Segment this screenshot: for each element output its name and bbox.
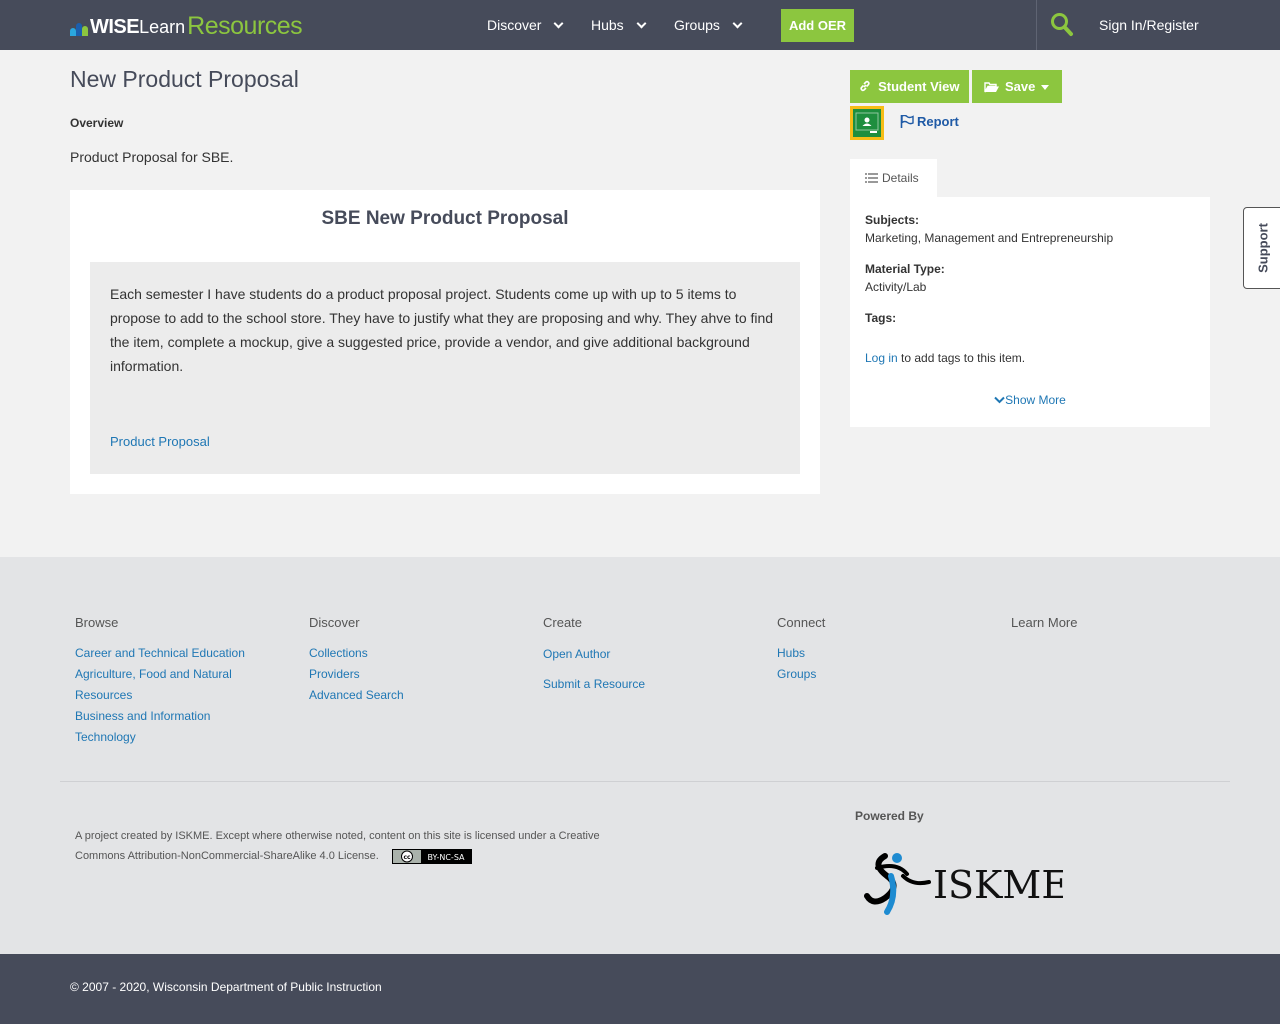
page-title: New Product Proposal <box>70 66 299 92</box>
svg-text:cc: cc <box>403 854 411 861</box>
footer-connect-heading: Connect <box>777 615 826 630</box>
footer-link-advanced-search[interactable]: Advanced Search <box>309 685 509 706</box>
list-icon <box>865 173 878 183</box>
logo-wise-text: WISE <box>90 16 140 38</box>
google-classroom-button[interactable] <box>850 106 884 140</box>
student-view-button[interactable]: Student View <box>850 70 969 103</box>
site-logo[interactable]: WISE Learn Resources <box>70 10 303 40</box>
svg-text:BY-NC-SA: BY-NC-SA <box>427 853 465 862</box>
login-link[interactable]: Log in <box>865 351 898 365</box>
footer-link-hubs[interactable]: Hubs <box>777 643 977 664</box>
footer-create-heading: Create <box>543 615 583 630</box>
nav-groups[interactable]: Groups <box>674 0 743 50</box>
report-link[interactable]: Report <box>900 114 959 129</box>
footer-link-submit-resource[interactable]: Submit a Resource <box>543 669 743 699</box>
footer-browse-heading: Browse <box>75 615 119 630</box>
save-button[interactable]: Save <box>972 70 1062 103</box>
footer-connect-column: Connect Hubs Groups <box>777 615 977 685</box>
bottom-bar: © 2007 - 2020, Wisconsin Department of P… <box>0 954 1280 1024</box>
material-type-label: Material Type: <box>865 262 945 276</box>
material-type-value: Activity/Lab <box>865 280 927 294</box>
resource-description: Each semester I have students do a produ… <box>110 286 774 374</box>
license-statement: A project created by ISKME. Except where… <box>75 830 600 862</box>
tab-details[interactable]: Details <box>850 159 937 197</box>
nav-groups-label: Groups <box>674 17 720 33</box>
logo-mark-icon <box>70 22 88 36</box>
search-icon[interactable] <box>1050 12 1074 38</box>
footer-divider <box>60 781 1230 782</box>
footer-learn-more-heading[interactable]: Learn More <box>1011 615 1211 630</box>
report-label: Report <box>917 114 959 129</box>
svg-text:ISKME: ISKME <box>933 863 1063 907</box>
footer-learn-more-column: Learn More <box>1011 615 1211 643</box>
license-text: A project created by ISKME. Except where… <box>75 826 620 866</box>
product-proposal-link[interactable]: Product Proposal <box>110 434 210 449</box>
nav-divider <box>1036 0 1037 50</box>
login-tag-rest: to add tags to this item. <box>897 351 1026 365</box>
chevron-down-icon <box>994 396 1005 404</box>
show-more-link[interactable]: Show More <box>850 393 1210 407</box>
footer-link-open-author[interactable]: Open Author <box>543 639 743 669</box>
student-view-label: Student View <box>878 79 960 94</box>
footer-discover-column: Discover Collections Providers Advanced … <box>309 615 509 706</box>
footer: Browse Career and Technical Education Ag… <box>0 557 1280 954</box>
logo-resources-text: Resources <box>187 12 303 40</box>
footer-link-groups[interactable]: Groups <box>777 664 977 685</box>
overview-text: Product Proposal for SBE. <box>70 149 234 165</box>
iskme-logo[interactable]: ISKME <box>863 846 1069 920</box>
footer-link-providers[interactable]: Providers <box>309 664 509 685</box>
link-icon <box>860 80 871 92</box>
powered-by-label: Powered By <box>855 809 924 823</box>
details-panel: Subjects: Marketing, Management and Entr… <box>850 197 1210 427</box>
copyright-text: © 2007 - 2020, Wisconsin Department of P… <box>70 980 382 994</box>
google-classroom-icon <box>853 109 881 137</box>
logo-learn-text: Learn <box>139 17 186 37</box>
footer-link-agriculture[interactable]: Agriculture, Food and Natural Resources <box>75 664 255 706</box>
support-tab[interactable]: Support <box>1243 207 1280 289</box>
nav-discover[interactable]: Discover <box>487 0 564 50</box>
login-to-tag-text: Log in to add tags to this item. <box>865 351 1025 365</box>
save-label: Save <box>1005 79 1036 94</box>
nav-discover-label: Discover <box>487 17 542 33</box>
footer-create-column: Create Open Author Submit a Resource <box>543 615 743 699</box>
add-oer-button[interactable]: Add OER <box>781 9 854 42</box>
sign-in-register-link[interactable]: Sign In/Register <box>1099 0 1199 50</box>
footer-discover-heading: Discover <box>309 615 360 630</box>
footer-link-cte[interactable]: Career and Technical Education <box>75 643 255 664</box>
nav-hubs-label: Hubs <box>591 17 624 33</box>
footer-browse-column: Browse Career and Technical Education Ag… <box>75 615 275 748</box>
resource-card: SBE New Product Proposal Each semester I… <box>70 190 820 494</box>
support-label: Support <box>1255 223 1271 273</box>
nav-hubs[interactable]: Hubs <box>591 0 647 50</box>
chevron-down-icon <box>732 18 743 28</box>
resource-card-body: Each semester I have students do a produ… <box>90 262 800 474</box>
chevron-down-icon <box>554 18 564 28</box>
resource-card-title: SBE New Product Proposal <box>321 208 569 229</box>
details-tab-label: Details <box>882 171 919 185</box>
subjects-value: Marketing, Management and Entrepreneursh… <box>865 231 1114 245</box>
footer-link-business[interactable]: Business and Information Technology <box>75 706 225 748</box>
show-more-label: Show More <box>1005 393 1066 407</box>
overview-heading: Overview <box>70 116 124 130</box>
caret-down-icon <box>1041 85 1049 90</box>
tags-label: Tags: <box>865 311 897 325</box>
chevron-down-icon <box>636 18 647 28</box>
subjects-label: Subjects: <box>865 213 920 227</box>
flag-icon <box>900 115 914 128</box>
cc-license-badge[interactable]: cc BY-NC-SA <box>391 848 472 864</box>
folder-open-icon <box>984 82 999 93</box>
top-navbar: WISE Learn Resources Discover Hubs Group… <box>0 0 1280 50</box>
footer-link-collections[interactable]: Collections <box>309 643 509 664</box>
